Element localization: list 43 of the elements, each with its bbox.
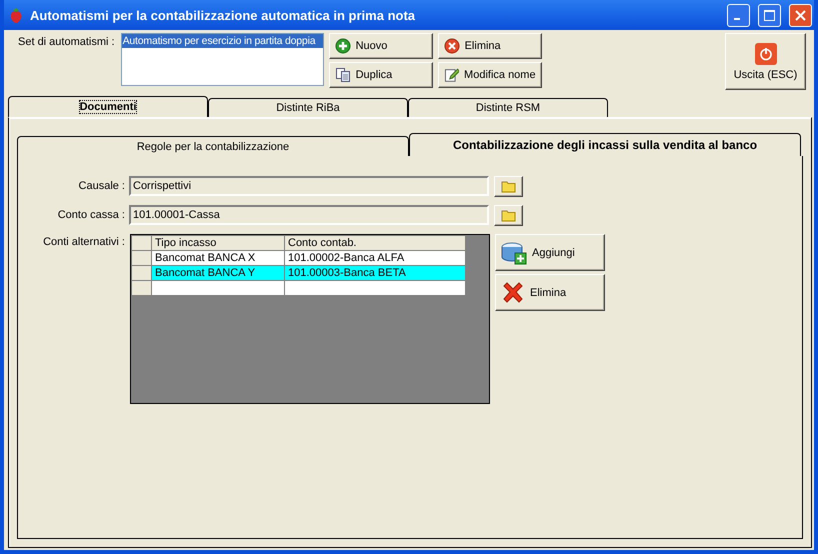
browse-button[interactable]	[494, 176, 523, 196]
browse-button[interactable]	[494, 204, 523, 226]
input-field[interactable]: Corrispettivi	[129, 176, 489, 196]
strawberry-icon	[8, 6, 24, 24]
set-label: Set di automatismi :	[18, 36, 115, 48]
tab[interactable]: Distinte RiBa	[208, 98, 408, 117]
close-button[interactable]	[789, 4, 812, 26]
column-header: Conto contab.	[284, 236, 466, 250]
folder-icon	[500, 179, 516, 193]
plus-icon	[334, 38, 351, 54]
window-title: Automatismi per la contabilizzazione automatica in prima nota	[30, 8, 416, 22]
action-button[interactable]: Modifica nome	[438, 62, 542, 88]
list-item[interactable]: Automatismo per esercizio in partita doppia	[122, 34, 323, 48]
maximize-icon	[764, 10, 775, 20]
input-field[interactable]: 101.00001-Cassa	[129, 205, 489, 225]
folder-icon	[500, 208, 516, 222]
database-add-icon	[501, 240, 527, 264]
grid-action-button[interactable]: Aggiungi	[495, 234, 605, 271]
column-header: Tipo incasso	[152, 236, 284, 250]
power-icon	[754, 42, 776, 64]
field-label: Causale :	[78, 180, 125, 192]
tab[interactable]: Documenti	[8, 96, 208, 117]
action-button[interactable]: Nuovo	[328, 33, 433, 59]
table-cell[interactable]: Bancomat BANCA Y	[152, 266, 284, 280]
minimize-button[interactable]	[727, 4, 750, 26]
tab[interactable]: Contabilizzazione degli incassi sulla vendita al banco	[409, 133, 801, 156]
field-label: Conto cassa :	[56, 209, 125, 221]
grid-action-button[interactable]: Elimina	[495, 274, 605, 311]
action-button[interactable]: Elimina	[438, 33, 542, 59]
exit-button[interactable]: Uscita (ESC)	[725, 33, 806, 90]
action-button[interactable]: Duplica	[328, 62, 433, 88]
documents-icon	[334, 67, 351, 83]
minimize-icon	[734, 18, 740, 20]
tab[interactable]: Regole per la contabilizzazione	[17, 136, 409, 156]
close-icon	[795, 10, 806, 20]
table-cell[interactable]: 101.00003-Banca BETA	[284, 266, 466, 280]
set-list[interactable]: Automatismo per esercizio in partita doppia	[120, 33, 324, 86]
grid-label: Conti alternativi :	[42, 236, 125, 248]
cross-icon	[501, 280, 525, 304]
tab[interactable]: Distinte RSM	[408, 98, 608, 117]
pencil-icon	[444, 67, 460, 83]
delete-icon	[444, 38, 460, 54]
maximize-button[interactable]	[758, 4, 781, 26]
